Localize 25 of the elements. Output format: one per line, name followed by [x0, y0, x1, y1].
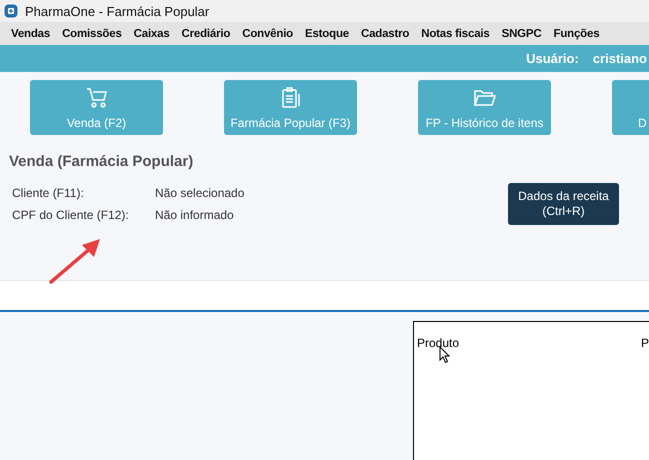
menu-item[interactable]: Convênio	[236, 28, 300, 40]
field-label: CPF do Cliente (F12):	[12, 208, 130, 224]
cart-icon	[84, 86, 108, 110]
menu-item[interactable]: Comissões	[56, 28, 128, 40]
menu-item[interactable]: Crediário	[176, 28, 236, 40]
menu-item[interactable]: Vendas	[5, 28, 56, 40]
column-header: Produto	[417, 336, 460, 350]
field-value: Não informado	[155, 208, 234, 224]
app-icon	[4, 4, 18, 18]
prescription-button[interactable]: Dados da receita (Ctrl+R)	[508, 183, 619, 225]
user-name: cristiano	[592, 51, 647, 66]
menu-item[interactable]: SNGPC	[496, 28, 548, 40]
field-label: Cliente (F11):	[12, 186, 85, 202]
user-label: Usuário:	[526, 51, 579, 66]
field-value: Não selecionado	[155, 186, 244, 202]
window-title: PharmaOne - Farmácia Popular	[25, 4, 210, 18]
menu-item[interactable]: Estoque	[299, 28, 355, 40]
menu-item[interactable]: Notas fiscais	[415, 28, 496, 40]
menu-item[interactable]: Caixas	[128, 28, 176, 40]
input-field[interactable]	[0, 280, 649, 312]
cursor-icon	[439, 346, 451, 364]
menu-item[interactable]: Funções	[548, 28, 606, 40]
menu-item[interactable]: Cadastro	[354, 28, 416, 40]
column-header: P	[640, 336, 649, 350]
section-heading: Venda (Farmácia Popular)	[9, 153, 194, 170]
